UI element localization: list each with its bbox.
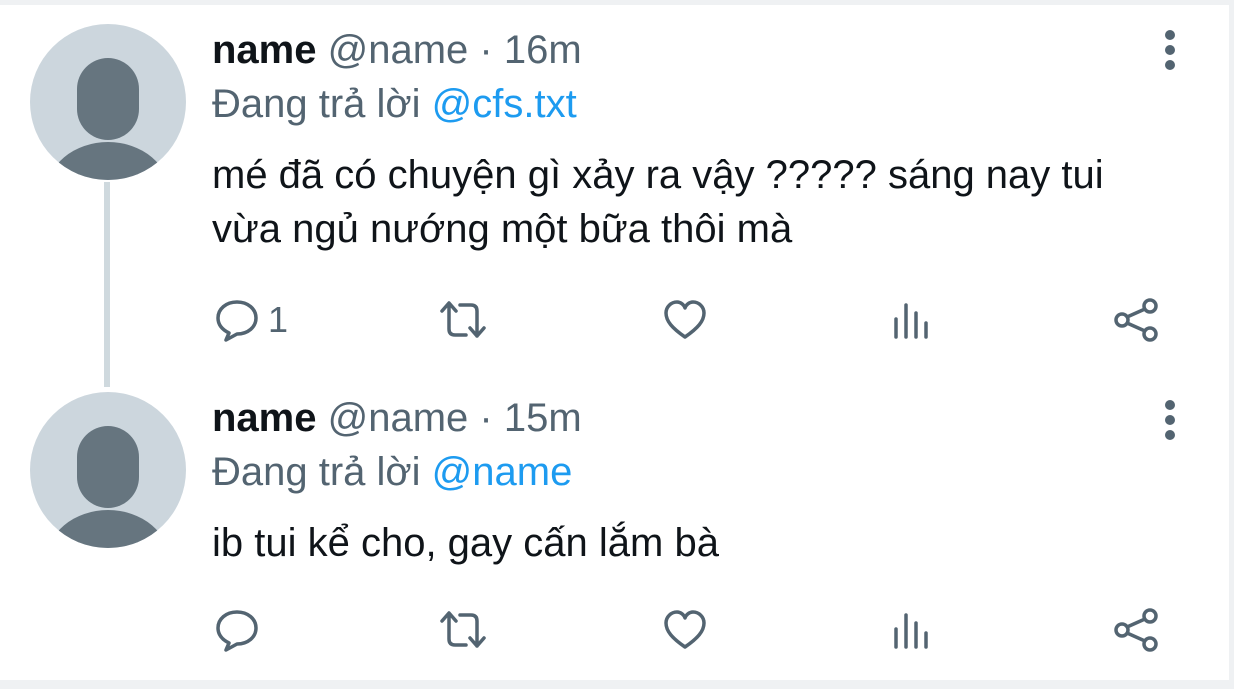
mention-link[interactable]: @name — [432, 450, 573, 494]
share-icon — [1114, 298, 1158, 342]
replying-to-label: Đang trả lời — [212, 450, 421, 494]
share-button[interactable] — [1112, 296, 1160, 344]
share-button[interactable] — [1112, 606, 1160, 654]
author-name[interactable]: name — [212, 396, 317, 440]
retweet-button[interactable] — [436, 606, 490, 654]
timestamp[interactable]: 15m — [504, 396, 582, 440]
analytics-icon — [894, 613, 928, 649]
mention-link[interactable]: @cfs.txt — [432, 82, 577, 126]
bottom-divider — [0, 680, 1234, 689]
like-icon — [664, 300, 706, 339]
tweet-actions — [0, 606, 1234, 654]
author-handle[interactable]: @name — [328, 396, 469, 440]
reply-button[interactable]: 1 — [214, 296, 288, 344]
more-options-button[interactable] — [1158, 28, 1182, 72]
replying-to: Đang trả lời @name — [212, 448, 1154, 496]
like-button[interactable] — [662, 606, 708, 654]
retweet-icon — [440, 611, 486, 648]
separator-dot: · — [479, 28, 493, 72]
replying-to-label: Đang trả lời — [212, 82, 421, 126]
timestamp[interactable]: 16m — [504, 28, 582, 72]
retweet-icon — [440, 301, 486, 338]
tweet-text: mé đã có chuyện gì xảy ra vậy ????? sáng… — [212, 153, 1104, 251]
analytics-button[interactable] — [890, 296, 932, 344]
default-avatar-icon — [48, 58, 168, 180]
tweet-header: name @name · 16m — [212, 26, 1154, 74]
reply-icon — [216, 300, 258, 342]
more-options-button[interactable] — [1158, 398, 1182, 442]
tweet-actions: 1 — [0, 296, 1234, 344]
default-avatar-icon — [48, 426, 168, 548]
reply-icon — [216, 610, 258, 652]
reply-count: 1 — [268, 299, 289, 340]
analytics-icon — [894, 303, 928, 339]
avatar[interactable] — [30, 392, 186, 548]
replying-to: Đang trả lời @cfs.txt — [212, 80, 1154, 128]
separator-dot: · — [479, 396, 493, 440]
analytics-button[interactable] — [890, 606, 932, 654]
tweet-text: ib tui kể cho, gay cấn lắm bà — [212, 521, 719, 565]
tweet-content: name @name · 16m Đang trả lời @cfs.txt m… — [212, 26, 1154, 256]
reply-button[interactable] — [214, 606, 268, 654]
like-icon — [664, 610, 706, 649]
tweet-content: name @name · 15m Đang trả lời @name ib t… — [212, 394, 1154, 570]
avatar[interactable] — [30, 24, 186, 180]
retweet-button[interactable] — [436, 296, 490, 344]
tweet-header: name @name · 15m — [212, 394, 1154, 442]
like-button[interactable] — [662, 296, 708, 344]
author-name[interactable]: name — [212, 28, 317, 72]
author-handle[interactable]: @name — [328, 28, 469, 72]
share-icon — [1114, 608, 1158, 652]
